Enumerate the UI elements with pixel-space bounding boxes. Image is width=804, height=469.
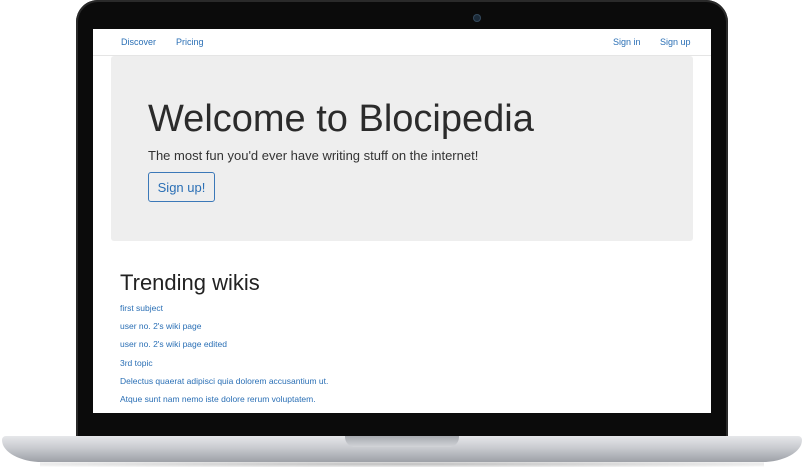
nav-link-sign-up[interactable]: Sign up xyxy=(660,37,691,47)
camera-icon xyxy=(473,14,481,22)
sign-up-button[interactable]: Sign up! xyxy=(148,172,215,202)
nav-link-pricing[interactable]: Pricing xyxy=(176,37,204,47)
browser-viewport: Discover Pricing Sign in Sign up Welcome… xyxy=(93,29,711,413)
top-navbar: Discover Pricing Sign in Sign up xyxy=(93,29,711,56)
list-item: user no. 2's wiki page edited xyxy=(120,338,328,356)
list-item: first subject xyxy=(120,302,328,320)
wiki-link[interactable]: user no. 2's wiki page edited xyxy=(120,339,227,349)
wiki-link[interactable]: 3rd topic xyxy=(120,358,153,368)
nav-link-discover[interactable]: Discover xyxy=(121,37,156,47)
laptop-notch xyxy=(345,436,459,447)
hero-title: Welcome to Blocipedia xyxy=(148,98,534,140)
hero-jumbotron: Welcome to Blocipedia The most fun you'd… xyxy=(111,56,693,241)
list-item: Atque sunt nam nemo iste dolore rerum vo… xyxy=(120,393,328,411)
wiki-link[interactable]: first subject xyxy=(120,303,163,313)
nav-link-sign-in[interactable]: Sign in xyxy=(613,37,641,47)
wiki-link[interactable]: user no. 2's wiki page xyxy=(120,321,201,331)
list-item: 3rd topic xyxy=(120,357,328,375)
list-item: user no. 2's wiki page xyxy=(120,320,328,338)
hero-subtitle: The most fun you'd ever have writing stu… xyxy=(148,148,479,163)
trending-heading: Trending wikis xyxy=(120,270,260,295)
list-item: Delectus quaerat adipisci quia dolorem a… xyxy=(120,375,328,393)
trending-wiki-list: first subject user no. 2's wiki page use… xyxy=(120,302,328,411)
wiki-link[interactable]: Delectus quaerat adipisci quia dolorem a… xyxy=(120,376,328,386)
wiki-link[interactable]: Atque sunt nam nemo iste dolore rerum vo… xyxy=(120,394,316,404)
